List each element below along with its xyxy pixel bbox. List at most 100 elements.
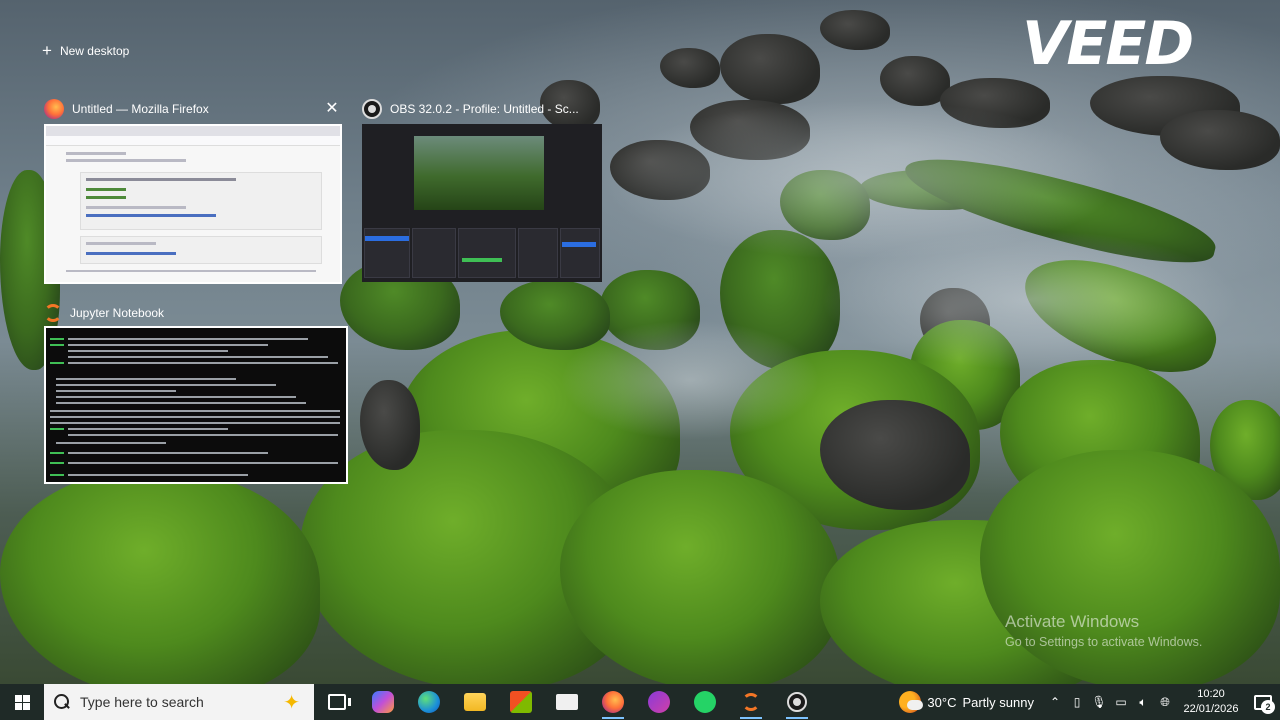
gamepad-icon	[648, 691, 670, 713]
activate-title: Activate Windows	[1005, 612, 1140, 631]
taskbar-file-explorer[interactable]	[452, 684, 498, 720]
speaker-icon: 🔈︎	[1139, 694, 1147, 709]
taskbar-task-view[interactable]	[314, 684, 360, 720]
terminal-line	[56, 378, 236, 380]
terminal-line	[50, 452, 64, 454]
taskbar-obs[interactable]	[774, 684, 820, 720]
task-window-title: Jupyter Notebook	[70, 306, 165, 320]
task-window-firefox[interactable]: Untitled — Mozilla Firefox ✕	[44, 96, 344, 284]
thumbnail-text	[86, 214, 216, 217]
task-window-title: OBS 32.0.2 - Profile: Untitled - Sc...	[390, 102, 579, 116]
obs-icon	[787, 692, 807, 712]
thumbnail-meter	[462, 258, 502, 262]
tray-microphone-button[interactable]: 🎙︎	[1088, 684, 1110, 720]
wallpaper-rock	[660, 48, 720, 88]
terminal-line	[68, 344, 268, 346]
task-window-obs[interactable]: OBS 32.0.2 - Profile: Untitled - Sc...	[362, 96, 602, 282]
folder-icon	[464, 693, 486, 711]
thumbnail-panel	[518, 228, 558, 278]
wallpaper-rock	[1160, 110, 1280, 170]
terminal-line	[56, 390, 176, 392]
globe-icon: 🌐︎	[1160, 694, 1170, 709]
jupyter-icon	[742, 693, 760, 711]
wallpaper-fog	[820, 230, 1240, 370]
thumbnail-highlight	[365, 236, 409, 241]
thumbnail-text	[86, 196, 126, 199]
window-thumbnail	[44, 124, 342, 284]
copilot-icon	[372, 691, 394, 713]
window-thumbnail	[362, 124, 602, 282]
task-window-jupyter[interactable]: Jupyter Notebook	[44, 300, 348, 484]
terminal-line	[50, 474, 64, 476]
taskbar-copilot[interactable]	[360, 684, 406, 720]
terminal-line	[56, 384, 276, 386]
terminal-line	[50, 428, 64, 430]
partly-sunny-icon	[899, 691, 924, 713]
terminal-line	[50, 410, 340, 412]
phone-icon: ▯	[1073, 695, 1081, 709]
tray-phone-icon-button[interactable]: ▯	[1066, 684, 1088, 720]
obs-icon	[362, 99, 382, 119]
terminal-line	[50, 416, 340, 418]
thumbnail-urlbar	[46, 136, 340, 146]
thumbnail-text	[66, 159, 186, 162]
taskbar-jupyter[interactable]	[728, 684, 774, 720]
taskbar-clock[interactable]: 10:20 22/01/2026	[1176, 687, 1246, 717]
weather-temperature: 30°C	[927, 694, 957, 710]
terminal-line	[68, 474, 248, 476]
weather-widget[interactable]: 30°C Partly sunny	[889, 691, 1044, 713]
tray-volume-button[interactable]: 🔈︎	[1132, 684, 1154, 720]
thumbnail-panel	[458, 228, 516, 278]
thumbnail-text	[66, 152, 126, 155]
taskbar-game-app[interactable]	[636, 684, 682, 720]
task-window-header: Untitled — Mozilla Firefox	[44, 96, 344, 122]
whatsapp-icon	[694, 691, 716, 713]
notification-count-badge: 2	[1261, 700, 1275, 714]
edge-icon	[418, 691, 440, 713]
wallpaper-fog	[560, 320, 820, 440]
microphone-icon: 🎙︎	[1091, 695, 1107, 709]
terminal-line	[68, 350, 228, 352]
clock-date: 22/01/2026	[1183, 703, 1239, 715]
task-window-header: OBS 32.0.2 - Profile: Untitled - Sc...	[362, 96, 602, 122]
activate-windows-watermark: Activate Windows Go to Settings to activ…	[1005, 612, 1202, 649]
terminal-line	[50, 344, 64, 346]
taskbar-whatsapp[interactable]	[682, 684, 728, 720]
thumbnail-panel	[560, 228, 600, 278]
show-hidden-icons-button[interactable]: ⌃	[1044, 684, 1066, 720]
thumbnail-text	[86, 242, 156, 245]
thumbnail-cell	[80, 236, 322, 264]
thumbnail-text	[86, 252, 176, 255]
terminal-line	[68, 356, 328, 358]
new-desktop-button[interactable]: + New desktop	[42, 42, 129, 60]
terminal-line	[68, 434, 338, 436]
search-icon	[54, 694, 70, 710]
thumbnail-highlight	[562, 242, 596, 247]
taskbar-search-box[interactable]: Type here to search ✦	[44, 684, 314, 720]
notification-center-button[interactable]: 2	[1246, 684, 1280, 720]
taskbar-firefox[interactable]	[590, 684, 636, 720]
task-window-header: Jupyter Notebook	[44, 300, 348, 326]
thumbnail-text	[66, 270, 316, 272]
clock-time: 10:20	[1197, 688, 1225, 700]
firefox-icon	[602, 691, 624, 713]
activate-subtitle: Go to Settings to activate Windows.	[1005, 635, 1203, 649]
taskbar-microsoft-store[interactable]	[498, 684, 544, 720]
taskbar-mail[interactable]	[544, 684, 590, 720]
close-window-button[interactable]: ✕	[322, 99, 342, 119]
terminal-line	[56, 402, 306, 404]
task-view-icon	[328, 694, 351, 710]
tray-battery-button[interactable]: ▭	[1110, 684, 1132, 720]
taskbar-edge[interactable]	[406, 684, 452, 720]
tray-network-button[interactable]: 🌐︎	[1154, 684, 1176, 720]
thumbnail-tabbar	[46, 126, 340, 136]
windows-logo-icon	[14, 694, 30, 710]
plus-icon: +	[42, 41, 52, 60]
terminal-line	[68, 462, 338, 464]
store-icon	[510, 691, 532, 713]
taskbar: Type here to search ✦ 30°C Partly sunny	[0, 684, 1280, 720]
start-button[interactable]	[0, 684, 44, 720]
mail-icon	[556, 694, 578, 710]
wallpaper-rock	[0, 470, 320, 684]
chevron-up-icon: ⌃	[1049, 695, 1061, 709]
